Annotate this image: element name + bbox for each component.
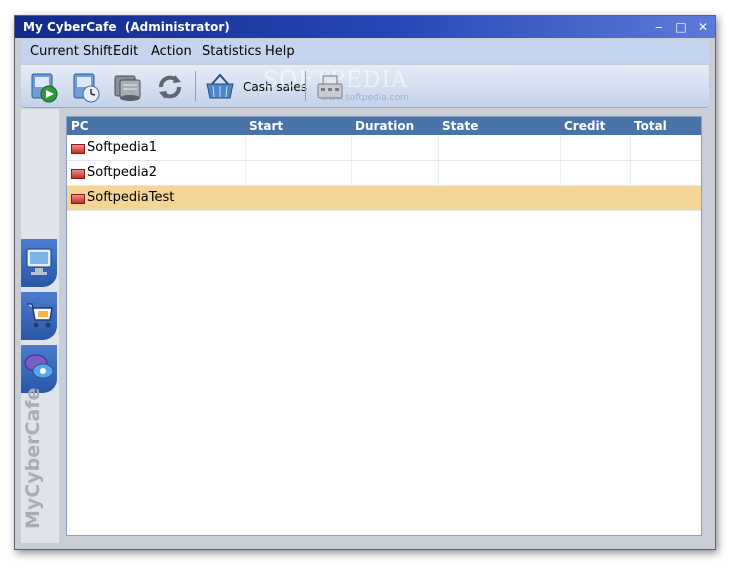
report-stack-icon[interactable] <box>111 70 145 104</box>
menu-statistics[interactable]: Statistics <box>202 44 261 59</box>
pc-name: Softpedia2 <box>87 165 158 180</box>
pc-status-icon <box>71 194 85 204</box>
menu-current-shift[interactable]: Current Shift <box>30 44 113 59</box>
refresh-icon[interactable] <box>153 70 187 104</box>
cell-divider <box>630 136 631 160</box>
title-bar[interactable]: My CyberCafe (Administrator) ‒ □ ✕ <box>15 16 715 38</box>
menu-action[interactable]: Action <box>151 44 192 59</box>
cell-divider <box>438 136 439 160</box>
window-title: My CyberCafe (Administrator) <box>23 20 230 34</box>
cell-divider <box>245 161 246 185</box>
column-header-total[interactable]: Total <box>634 119 667 133</box>
monitor-icon[interactable] <box>21 239 57 287</box>
toolbar: Cash sales SOFTPEDIA www.softpedia.com <box>21 65 709 108</box>
column-header-pc[interactable]: PC <box>71 119 89 133</box>
cell-divider <box>351 161 352 185</box>
column-header-state[interactable]: State <box>442 119 478 133</box>
table-header: PC Start Duration State Credit Total <box>67 117 701 135</box>
pc-status-icon <box>71 169 85 179</box>
clock-shift-icon[interactable] <box>69 70 103 104</box>
menu-edit[interactable]: Edit <box>113 44 138 59</box>
pc-name: Softpedia1 <box>87 140 158 155</box>
close-button[interactable]: ✕ <box>695 19 711 35</box>
cell-divider <box>630 161 631 185</box>
brand-vertical-label: MyCyberCafe <box>22 387 44 529</box>
toolbar-separator <box>195 71 196 101</box>
column-header-duration[interactable]: Duration <box>355 119 414 133</box>
left-sidebar: MyCyberCafe <box>21 109 59 543</box>
cell-divider <box>560 136 561 160</box>
pc-status-icon <box>71 144 85 154</box>
chat-bubble-icon[interactable] <box>21 345 57 393</box>
maximize-button[interactable]: □ <box>673 19 689 35</box>
menu-help[interactable]: Help <box>265 44 295 59</box>
table-row[interactable]: Softpedia1 <box>67 136 701 161</box>
shopping-cart-icon[interactable] <box>21 292 57 340</box>
cell-divider <box>245 136 246 160</box>
minimize-button[interactable]: ‒ <box>651 19 667 35</box>
cash-register-icon[interactable] <box>313 70 347 104</box>
cell-divider <box>438 161 439 185</box>
menu-bar: Current Shift Edit Action Statistics Hel… <box>21 39 709 63</box>
toolbar-separator <box>305 71 306 101</box>
cell-divider <box>351 136 352 160</box>
column-header-start[interactable]: Start <box>249 119 283 133</box>
main-window: My CyberCafe (Administrator) ‒ □ ✕ Curre… <box>14 15 716 550</box>
table-row[interactable]: Softpedia2 <box>67 161 701 186</box>
table-row-selected[interactable]: SoftpediaTest <box>67 186 701 211</box>
column-header-credit[interactable]: Credit <box>564 119 605 133</box>
pc-name: SoftpediaTest <box>87 190 175 205</box>
cash-basket-icon[interactable] <box>203 70 237 104</box>
pc-table: PC Start Duration State Credit Total Sof… <box>66 116 702 536</box>
start-shift-icon[interactable] <box>27 70 61 104</box>
cell-divider <box>560 161 561 185</box>
